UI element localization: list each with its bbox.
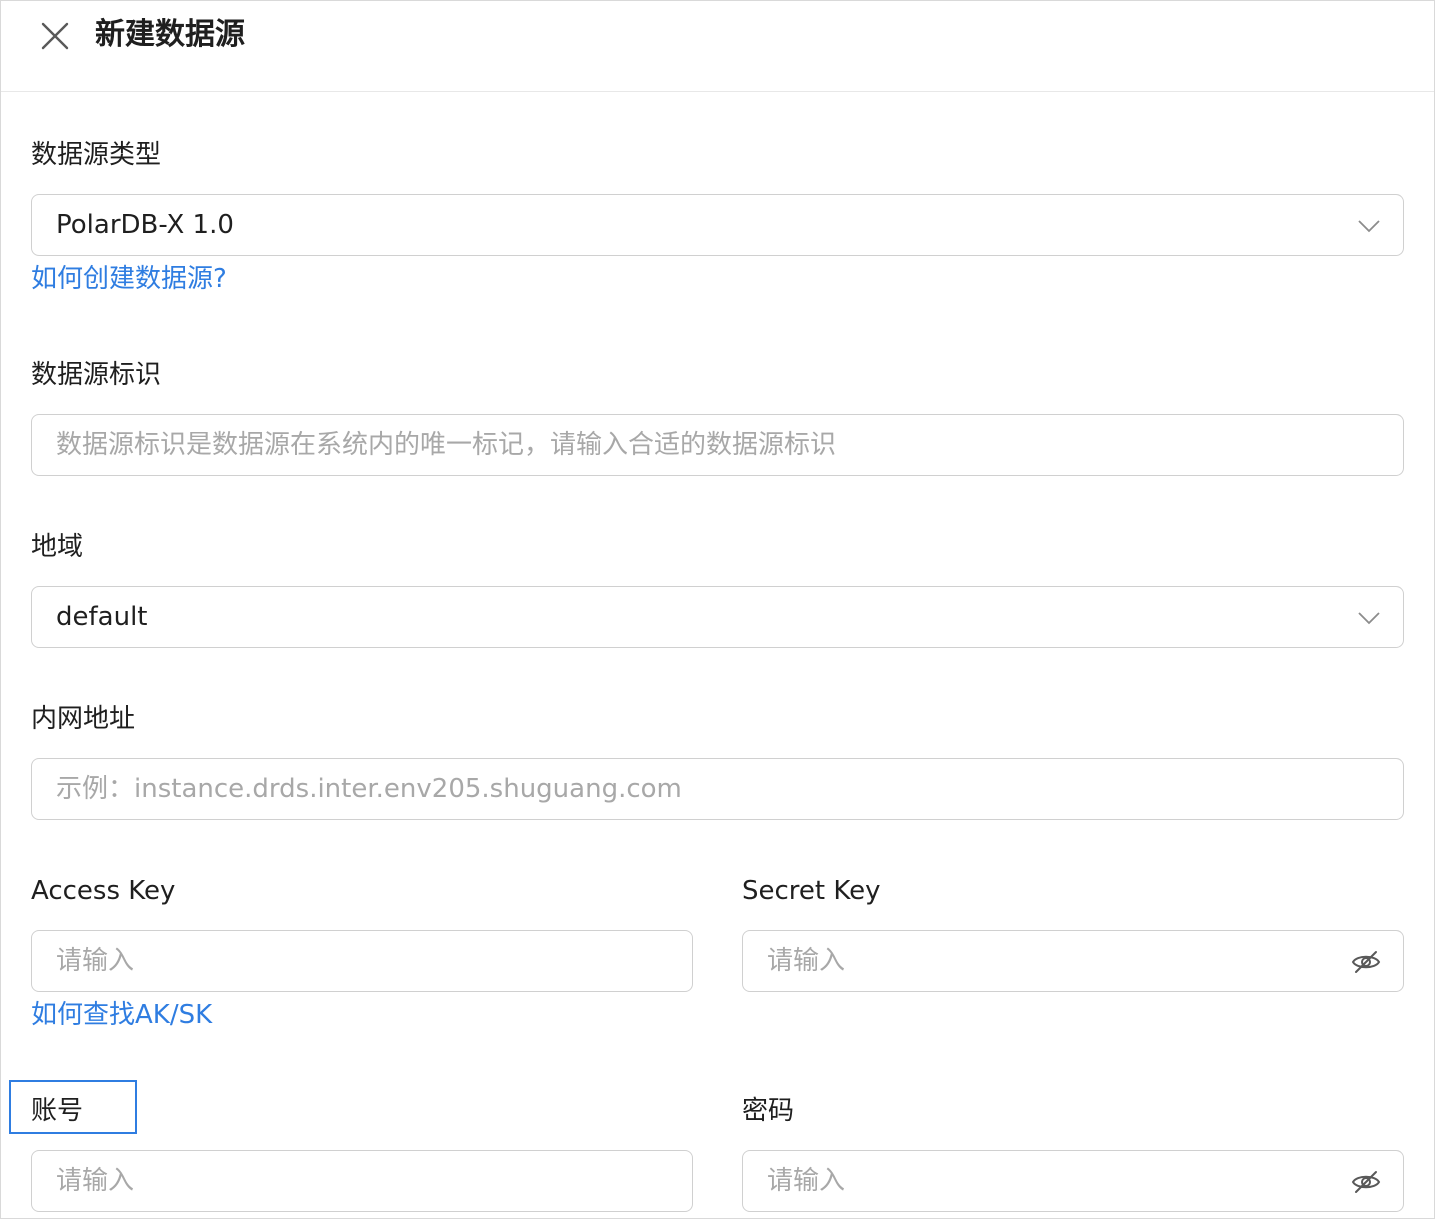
how-to-create-datasource-link[interactable]: 如何创建数据源? <box>31 262 227 296</box>
datasource-identifier-input[interactable] <box>32 415 1403 475</box>
intranet-address-input[interactable] <box>32 759 1403 819</box>
datasource-type-value: PolarDB-X 1.0 <box>56 210 234 240</box>
intranet-address-field <box>31 758 1404 820</box>
eye-off-icon[interactable] <box>1351 1167 1381 1197</box>
secret-key-label: Secret Key <box>742 876 881 906</box>
chevron-down-icon <box>1358 612 1380 625</box>
close-button[interactable] <box>37 18 73 54</box>
chevron-down-icon <box>1358 220 1380 233</box>
password-input[interactable] <box>743 1151 1403 1211</box>
access-key-input[interactable] <box>32 931 692 991</box>
new-datasource-panel: 新建数据源 数据源类型 PolarDB-X 1.0 如何创建数据源? 数据源标识… <box>0 0 1435 1219</box>
eye-off-icon[interactable] <box>1351 947 1381 977</box>
access-key-field <box>31 930 693 992</box>
secret-key-field <box>742 930 1404 992</box>
datasource-identifier-field <box>31 414 1404 476</box>
panel-header: 新建数据源 <box>1 1 1434 92</box>
access-key-label: Access Key <box>31 876 176 906</box>
account-field <box>31 1150 693 1212</box>
page-title: 新建数据源 <box>95 17 245 52</box>
how-to-find-aksk-link[interactable]: 如何查找AK/SK <box>31 998 212 1032</box>
datasource-identifier-label: 数据源标识 <box>31 360 162 390</box>
account-input[interactable] <box>32 1151 692 1211</box>
account-label: 账号 <box>31 1096 84 1126</box>
intranet-address-label: 内网地址 <box>31 704 136 734</box>
region-select[interactable]: default <box>31 586 1404 648</box>
datasource-type-label: 数据源类型 <box>31 140 162 170</box>
region-label: 地域 <box>31 532 84 562</box>
datasource-type-select[interactable]: PolarDB-X 1.0 <box>31 194 1404 256</box>
secret-key-input[interactable] <box>743 931 1403 991</box>
password-label: 密码 <box>742 1096 795 1126</box>
close-icon <box>41 22 69 50</box>
region-value: default <box>56 602 148 632</box>
password-field <box>742 1150 1404 1212</box>
